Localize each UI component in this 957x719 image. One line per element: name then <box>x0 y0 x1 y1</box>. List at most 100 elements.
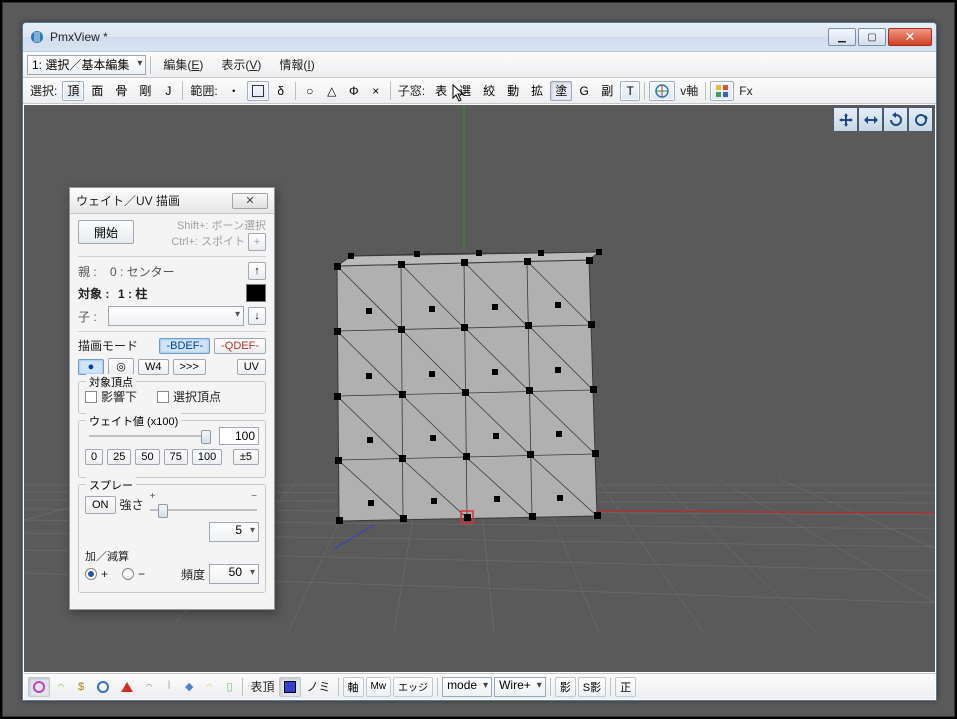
sel-joint-button[interactable]: J <box>158 81 178 101</box>
bb-bar-icon[interactable]: ▯ <box>220 677 238 697</box>
mode-uv-button[interactable]: UV <box>237 359 266 375</box>
strength-dropdown[interactable]: 5 <box>209 522 259 542</box>
cw-expand-button[interactable]: 拡 <box>526 81 548 101</box>
influence-checkbox[interactable] <box>85 391 97 403</box>
close-button[interactable]: ✕ <box>888 28 932 46</box>
menu-edit[interactable]: 編集(E) <box>155 53 211 76</box>
nomi-label[interactable]: ノミ <box>303 676 333 697</box>
sel-rigid-button[interactable]: 剛 <box>134 81 156 101</box>
mode-dropdown[interactable]: mode <box>442 677 492 697</box>
bb-wave2-icon[interactable]: ⦚ <box>160 677 178 697</box>
spray-on-button[interactable]: ON <box>85 496 116 514</box>
add-radio[interactable] <box>85 568 97 580</box>
sshadow-button[interactable]: S影 <box>578 677 606 697</box>
strength-slider[interactable] <box>150 502 257 518</box>
menubar: 1: 選択／基本編集 編集(E) 表示(V) 情報(I) <box>23 52 936 78</box>
weight-pm5-button[interactable]: ±5 <box>233 449 259 465</box>
weight-25-button[interactable]: 25 <box>107 449 131 465</box>
qdef-button[interactable]: -QDEF- <box>214 338 266 354</box>
mode-dot-button[interactable]: ● <box>78 359 104 375</box>
parent-up-button[interactable]: ↑ <box>248 262 266 280</box>
bb-diamond-icon[interactable]: ◆ <box>180 677 198 697</box>
cw-move-button[interactable]: 動 <box>502 81 524 101</box>
fx-label[interactable]: Fx <box>736 82 755 100</box>
cw-narrow-button[interactable]: 絞 <box>478 81 500 101</box>
panel-close-button[interactable]: ✕ <box>232 193 268 209</box>
weight-75-button[interactable]: 75 <box>164 449 188 465</box>
menu-view[interactable]: 表示(V) <box>213 53 269 76</box>
bdef-button[interactable]: -BDEF- <box>159 338 210 354</box>
sel-vertex-button[interactable]: 頂 <box>62 81 84 101</box>
vp-move-tool[interactable] <box>833 107 858 132</box>
separator <box>295 82 296 100</box>
weight-0-button[interactable]: 0 <box>85 449 103 465</box>
weight-100-button[interactable]: 100 <box>192 449 222 465</box>
wire-dropdown[interactable]: Wire+ <box>494 677 546 697</box>
bottombar: 𝄐 $ 𝄐 ⦚ ◆ 𝄐 ▯ 表頂 ノミ 軸 Mw エッジ mode Wire+ … <box>24 673 935 699</box>
range-rect-button[interactable] <box>247 81 269 101</box>
mode-arrows-button[interactable]: >>> <box>173 359 206 375</box>
bb-bulb-icon[interactable]: 𝄐 <box>200 677 218 697</box>
menu-info[interactable]: 情報(I) <box>271 53 322 76</box>
start-button[interactable]: 開始 <box>78 220 134 244</box>
draw-mode-label: 描画モード <box>78 337 138 354</box>
cw-display-button[interactable]: 表 <box>430 81 452 101</box>
weight-50-button[interactable]: 50 <box>135 449 159 465</box>
range-delta-button[interactable]: δ <box>271 81 291 101</box>
axis-button[interactable]: 軸 <box>343 677 364 697</box>
mw-button[interactable]: Mw <box>366 677 392 697</box>
cw-select-button[interactable]: 選 <box>454 81 476 101</box>
shape-x-button[interactable]: × <box>366 81 386 101</box>
sel-bone-button[interactable]: 骨 <box>110 81 132 101</box>
shape-phi-button[interactable]: Φ <box>344 81 364 101</box>
sub-radio[interactable] <box>122 568 134 580</box>
vp-pan-tool[interactable] <box>858 107 883 132</box>
cw-t-button[interactable]: T <box>620 81 640 101</box>
vertex-color-button[interactable] <box>279 677 301 697</box>
cw-g-button[interactable]: G <box>574 81 594 101</box>
select-label: 選択: <box>27 80 60 101</box>
mode-ring-button[interactable]: ◎ <box>108 358 134 375</box>
influence-label: 影響下 <box>101 388 137 405</box>
bb-dollar-icon[interactable]: $ <box>72 677 90 697</box>
bb-circle-icon[interactable] <box>92 677 114 697</box>
plus-button[interactable]: + <box>248 233 266 251</box>
panel-title-text: ウェイト／UV 描画 <box>76 192 232 209</box>
weight-input[interactable] <box>219 427 259 445</box>
range-point-button[interactable]: ・ <box>223 81 245 101</box>
axis-gizmo-button[interactable] <box>649 81 675 101</box>
panel-titlebar[interactable]: ウェイト／UV 描画 ✕ <box>70 188 274 214</box>
cw-sub-button[interactable]: 副 <box>596 81 618 101</box>
range-label: 範囲: <box>187 80 220 101</box>
minimize-button[interactable]: ▁ <box>828 28 856 46</box>
cw-paint-button[interactable]: 塗 <box>550 81 572 101</box>
freq-dropdown[interactable]: 50 <box>209 564 259 584</box>
separator <box>705 82 706 100</box>
shape-triangle-button[interactable]: △ <box>322 81 342 101</box>
target-color-swatch[interactable] <box>246 284 266 302</box>
sel-face-button[interactable]: 面 <box>86 81 108 101</box>
app-icon <box>29 29 45 45</box>
child-down-button[interactable]: ↓ <box>248 307 266 325</box>
vp-orbit-tool[interactable] <box>908 107 933 132</box>
mode-w4-button[interactable]: W4 <box>138 359 169 375</box>
separator <box>437 678 438 696</box>
grid-button[interactable] <box>710 81 734 101</box>
bb-triangle-icon[interactable] <box>116 677 138 697</box>
toolbar: 選択: 頂 面 骨 剛 J 範囲: ・ δ ○ △ Φ × 子窓: 表 選 絞 … <box>23 78 936 104</box>
add-label: + <box>101 567 108 581</box>
vp-rotate-tool[interactable] <box>883 107 908 132</box>
bb-wave1-icon[interactable]: 𝄐 <box>140 677 158 697</box>
normal-button[interactable]: 正 <box>615 677 636 697</box>
strength-label: 強さ <box>120 496 144 513</box>
bb-target-button[interactable] <box>28 677 50 697</box>
maximize-button[interactable]: ▢ <box>858 28 886 46</box>
shadow-button[interactable]: 影 <box>555 677 576 697</box>
shape-circle-button[interactable]: ○ <box>300 81 320 101</box>
weight-slider[interactable] <box>89 428 211 444</box>
mode-selector[interactable]: 1: 選択／基本編集 <box>27 55 146 75</box>
selected-vertex-checkbox[interactable] <box>157 391 169 403</box>
edge-button[interactable]: エッジ <box>393 677 433 697</box>
bb-green-icon[interactable]: 𝄐 <box>52 677 70 697</box>
child-dropdown[interactable] <box>108 306 244 326</box>
